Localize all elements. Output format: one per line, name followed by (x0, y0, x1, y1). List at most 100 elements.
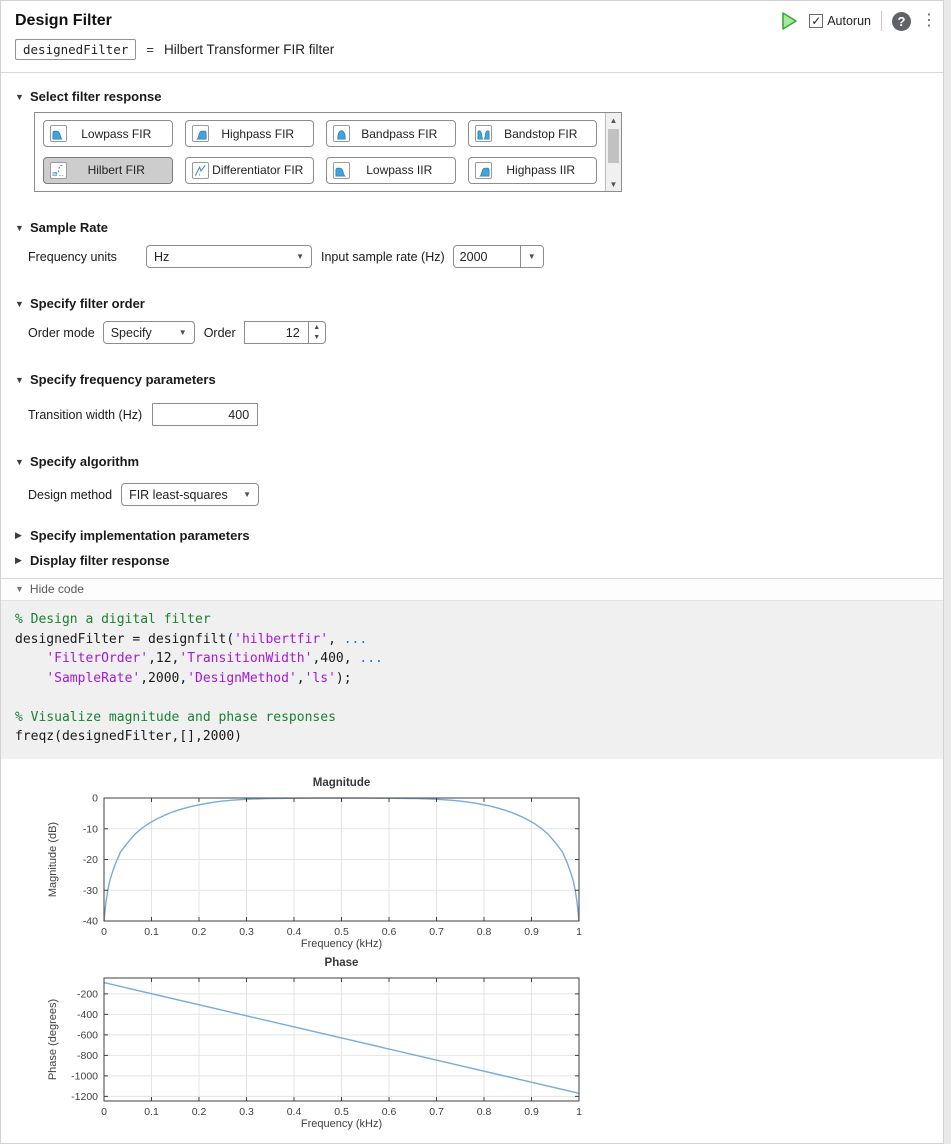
svg-text:0.1: 0.1 (144, 1106, 159, 1118)
section-label: Select filter response (30, 89, 162, 104)
order-spin-buttons: ▲ ▼ (308, 321, 326, 344)
frequency-units-dropdown[interactable]: Hz ▼ (146, 245, 312, 268)
code-line: freqz(designedFilter,[],2000) (15, 727, 929, 747)
highpass-fir-icon (192, 125, 209, 142)
chevron-right-icon: ▶ (15, 530, 24, 541)
figure-output: 00.10.20.30.40.50.60.70.80.910-10-20-30-… (1, 759, 943, 1143)
filter-option-hilbert-fir[interactable]: Hilbert FIR (43, 157, 173, 184)
section-display-response-header[interactable]: ▶ Display filter response (15, 553, 929, 568)
order-field[interactable] (244, 321, 308, 344)
code-editor[interactable]: % Design a digital filterdesignedFilter … (1, 601, 943, 759)
input-sample-rate-label: Input sample rate (Hz) (321, 250, 445, 264)
svg-text:0.8: 0.8 (477, 1106, 492, 1118)
hide-code-toggle[interactable]: ▼ Hide code (1, 578, 943, 601)
order-mode-value: Specify (111, 326, 152, 340)
filter-description: Hilbert Transformer FIR filter (164, 42, 334, 57)
svg-text:0.7: 0.7 (429, 1106, 444, 1118)
autorun-label: Autorun (827, 14, 871, 28)
chevron-down-icon: ▼ (15, 223, 24, 233)
svg-text:Frequency (kHz): Frequency (kHz) (301, 1118, 382, 1130)
gallery-scrollbar[interactable]: ▲ ▼ (605, 113, 621, 191)
filter-option-label: Differentiator FIR (209, 163, 308, 177)
section-filter-order-header[interactable]: ▼ Specify filter order (15, 296, 929, 311)
filter-response-gallery: Lowpass FIR Highpass FIR Bandpass FIR Bands… (34, 112, 622, 192)
magnitude-plot: 00.10.20.30.40.50.60.70.80.910-10-20-30-… (36, 773, 943, 953)
chevron-right-icon: ▶ (15, 555, 24, 566)
help-icon[interactable]: ? (892, 12, 911, 31)
page-title: Design Filter (15, 12, 112, 30)
svg-text:1: 1 (576, 926, 582, 938)
autorun-toggle[interactable]: ✓ Autorun (809, 14, 871, 28)
spinner-down-icon[interactable]: ▼ (309, 333, 325, 344)
output-variable-box[interactable]: designedFilter (15, 39, 136, 60)
section-label: Specify frequency parameters (30, 372, 216, 387)
highpass-iir-icon (475, 162, 492, 179)
section-algorithm-header[interactable]: ▼ Specify algorithm (15, 454, 929, 469)
scrollbar-thumb[interactable] (608, 129, 619, 163)
order-spinner: ▲ ▼ (244, 321, 326, 344)
section-label: Specify algorithm (30, 454, 139, 469)
hide-code-label: Hide code (30, 582, 84, 596)
filter-option-lowpass-iir[interactable]: Lowpass IIR (326, 157, 456, 184)
autorun-checkbox[interactable]: ✓ (809, 14, 823, 28)
frequency-units-label: Frequency units (28, 250, 146, 264)
svg-text:Magnitude (dB): Magnitude (dB) (47, 821, 59, 896)
chevron-down-icon: ▼ (15, 299, 24, 309)
order-label: Order (204, 326, 236, 340)
svg-text:0.3: 0.3 (239, 926, 254, 938)
filter-option-differentiator-fir[interactable]: Differentiator FIR (185, 157, 315, 184)
filter-option-highpass-iir[interactable]: Highpass IIR (468, 157, 598, 184)
overflow-menu-icon[interactable]: ⋮ (921, 18, 929, 24)
svg-text:Phase: Phase (325, 957, 359, 969)
svg-text:0.1: 0.1 (144, 926, 159, 938)
filter-option-lowpass-fir[interactable]: Lowpass FIR (43, 120, 173, 147)
section-label: Specify filter order (30, 296, 145, 311)
transition-width-field[interactable] (152, 403, 258, 426)
filter-option-highpass-fir[interactable]: Highpass FIR (185, 120, 315, 147)
svg-text:-40: -40 (83, 915, 98, 927)
svg-text:0.2: 0.2 (192, 1106, 207, 1118)
section-frequency-params-header[interactable]: ▼ Specify frequency parameters (15, 372, 929, 387)
scroll-up-icon[interactable]: ▲ (610, 113, 618, 127)
frequency-params-row: Transition width (Hz) (28, 403, 929, 426)
svg-text:0.9: 0.9 (524, 1106, 539, 1118)
chevron-down-icon: ▼ (15, 92, 24, 102)
section-label: Sample Rate (30, 220, 108, 235)
svg-text:-1200: -1200 (71, 1090, 98, 1102)
run-button[interactable] (779, 11, 799, 31)
filter-option-bandstop-fir[interactable]: Bandstop FIR (468, 120, 598, 147)
chevron-down-icon: ▼ (237, 490, 251, 499)
design-filter-task: Design Filter ✓ Autorun ? ⋮ designedFilt… (0, 0, 944, 1144)
frequency-units-value: Hz (154, 250, 169, 264)
svg-text:0.4: 0.4 (287, 1106, 302, 1118)
section-label: Specify implementation parameters (30, 528, 250, 543)
code-line (15, 688, 929, 708)
code-line: 'FilterOrder',12,'TransitionWidth',400, … (15, 649, 929, 669)
spinner-up-icon[interactable]: ▲ (309, 322, 325, 333)
hilbert-fir-icon (50, 162, 67, 179)
order-mode-dropdown[interactable]: Specify ▼ (103, 321, 195, 344)
filter-order-row: Order mode Specify ▼ Order ▲ ▼ (28, 321, 929, 344)
filter-option-bandpass-fir[interactable]: Bandpass FIR (326, 120, 456, 147)
design-method-dropdown[interactable]: FIR least-squares ▼ (121, 483, 259, 506)
section-sample-rate-header[interactable]: ▼ Sample Rate (15, 220, 929, 235)
filter-option-label: Lowpass IIR (350, 163, 449, 177)
section-implementation-header[interactable]: ▶ Specify implementation parameters (15, 528, 929, 543)
transition-width-label: Transition width (Hz) (28, 408, 142, 422)
lowpass-fir-icon (50, 125, 67, 142)
input-sample-rate-dropdown-button[interactable]: ▼ (520, 246, 543, 267)
svg-text:0.5: 0.5 (334, 1106, 349, 1118)
svg-text:0: 0 (101, 926, 107, 938)
filter-option-label: Highpass FIR (209, 127, 308, 141)
section-label: Display filter response (30, 553, 169, 568)
scroll-down-icon[interactable]: ▼ (610, 177, 618, 191)
equals-sign: = (146, 42, 154, 57)
section-filter-response-header[interactable]: ▼ Select filter response (15, 89, 929, 104)
svg-text:0.3: 0.3 (239, 1106, 254, 1118)
gallery-grid: Lowpass FIR Highpass FIR Bandpass FIR Bands… (35, 113, 605, 191)
differentiator-fir-icon (192, 162, 209, 179)
svg-text:-10: -10 (83, 823, 98, 835)
input-sample-rate-field[interactable] (454, 246, 520, 267)
scrollbar-track[interactable] (606, 127, 621, 177)
filter-option-label: Lowpass FIR (67, 127, 166, 141)
